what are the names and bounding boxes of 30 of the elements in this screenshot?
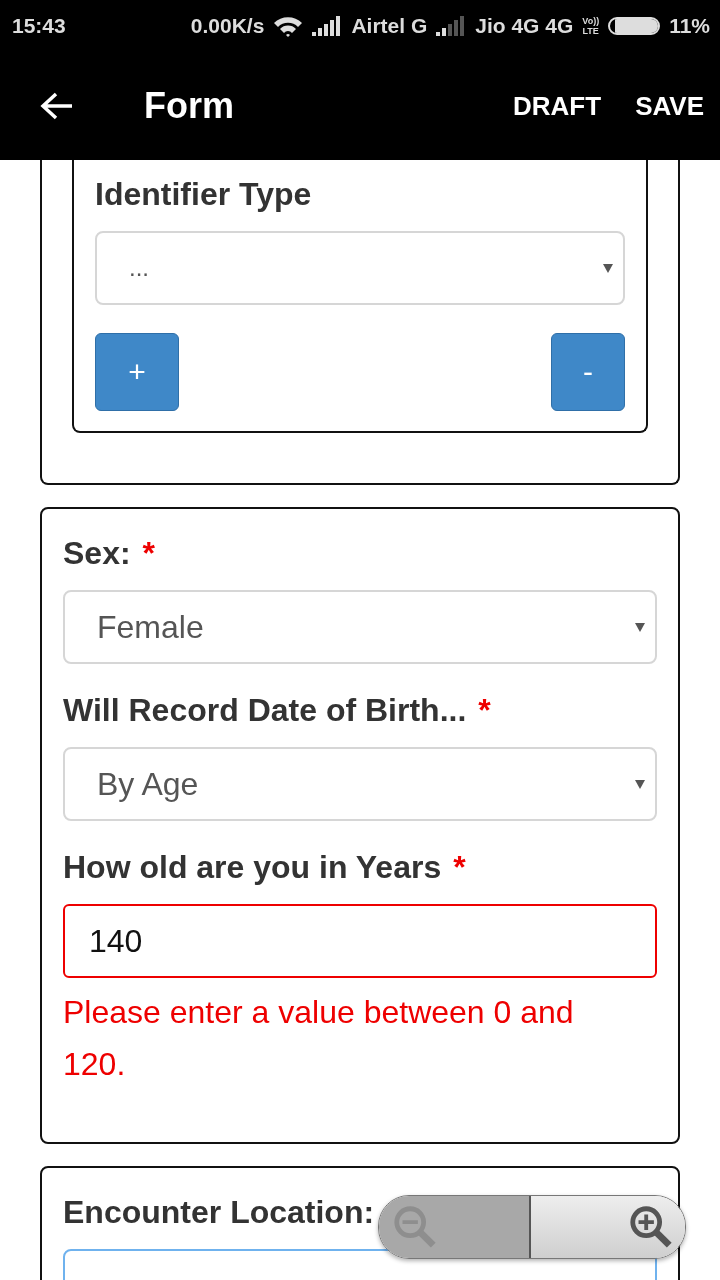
signal-icon — [436, 16, 467, 36]
clock: 15:43 — [12, 14, 66, 38]
volte-label: Vo)) LTE — [582, 16, 600, 36]
battery-percent: 11% — [669, 14, 710, 38]
action-button[interactable]: DRAFT — [479, 90, 602, 122]
network-speed: 0.00K/s — [190, 14, 265, 38]
battery-icon — [608, 17, 661, 35]
select-field[interactable]: By Age — [63, 747, 657, 821]
zoom-in-button[interactable] — [531, 1196, 685, 1258]
input-field[interactable]: 140 — [63, 904, 657, 978]
action-button[interactable]: SAVE — [601, 90, 704, 122]
select-field[interactable]: ... — [95, 231, 625, 305]
screen-title: Form — [144, 85, 234, 127]
remove-button[interactable]: - — [551, 333, 625, 411]
field-label: Sex: * — [63, 535, 156, 572]
carrier-name: Jio 4G 4G — [475, 14, 574, 38]
field-label: Identifier Type — [95, 176, 312, 213]
carrier-name: Airtel G — [351, 14, 428, 38]
signal-icon — [312, 16, 343, 36]
caret-icon — [635, 622, 645, 632]
field-label: How old are you in Years * — [63, 849, 466, 886]
error-message: Please enter a value between 0 and 120. — [63, 993, 575, 1084]
caret-icon — [635, 779, 645, 789]
wifi-icon — [273, 15, 304, 37]
back-arrow-icon[interactable] — [40, 91, 74, 121]
field-label: Will Record Date of Birth... * — [63, 692, 491, 729]
add-button[interactable]: + — [95, 333, 179, 411]
caret-icon — [603, 263, 613, 273]
select-field[interactable]: Female — [63, 590, 657, 664]
field-label: Encounter Location: — [63, 1194, 375, 1231]
